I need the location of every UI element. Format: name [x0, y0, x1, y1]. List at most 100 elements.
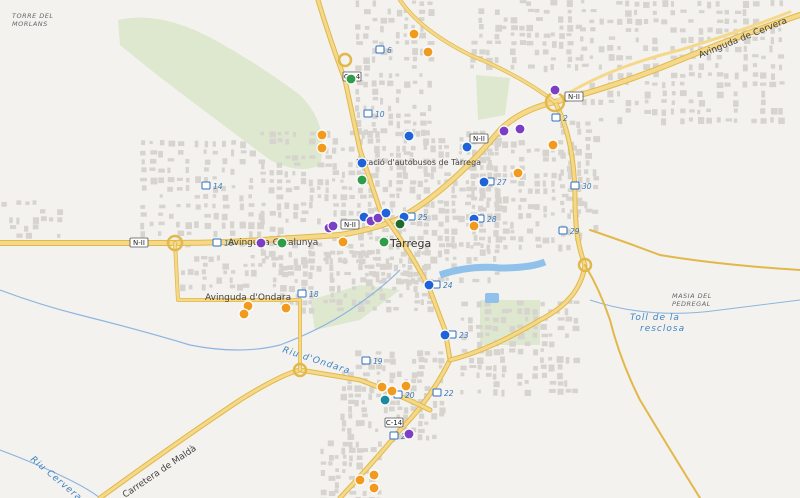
poi-marker-orange[interactable]: [238, 308, 250, 320]
building-block: [431, 413, 438, 420]
poi-marker-green[interactable]: [356, 174, 368, 186]
poi-marker-orange[interactable]: [512, 167, 524, 179]
building-block: [494, 33, 500, 40]
poi-marker-blue[interactable]: [403, 130, 415, 142]
building-block: [358, 264, 363, 271]
poi-marker-orange[interactable]: [354, 474, 366, 486]
poi-marker-blue[interactable]: [439, 329, 451, 341]
building-block: [371, 105, 375, 111]
building-block: [493, 229, 499, 237]
building-block: [485, 325, 492, 330]
poi-marker-purple[interactable]: [498, 125, 510, 137]
building-block: [494, 151, 499, 156]
poi-marker-green[interactable]: [345, 73, 357, 85]
building-block: [249, 150, 256, 157]
poi-marker-orange[interactable]: [376, 381, 388, 393]
poi-marker-orange[interactable]: [408, 28, 420, 40]
building-block: [375, 180, 380, 187]
poi-marker-orange[interactable]: [316, 142, 328, 154]
building-block: [707, 72, 712, 76]
place-label: TORRE DEL: [12, 12, 54, 20]
poi-marker-green[interactable]: [378, 236, 390, 248]
building-block: [285, 218, 289, 223]
building-block: [389, 193, 395, 198]
poi-marker-darkgreen[interactable]: [394, 218, 406, 230]
building-block: [244, 270, 249, 277]
poi-marker-purple[interactable]: [514, 123, 526, 135]
poi-marker-orange[interactable]: [386, 385, 398, 397]
poi-marker-orange[interactable]: [422, 46, 434, 58]
building-block: [557, 388, 564, 395]
building-block: [380, 17, 388, 24]
poi-marker-purple[interactable]: [403, 428, 415, 440]
building-block: [203, 149, 207, 154]
building-block: [540, 301, 545, 307]
poi-marker-orange[interactable]: [468, 220, 480, 232]
building-block: [724, 82, 731, 87]
poi-marker-purple[interactable]: [327, 220, 339, 232]
building-block: [501, 373, 505, 378]
poi-marker-blue[interactable]: [380, 207, 392, 219]
building-block: [494, 165, 498, 172]
building-block: [355, 350, 362, 357]
building-block: [141, 167, 147, 173]
building-block: [325, 155, 333, 160]
building-block: [380, 25, 384, 33]
building-block: [357, 234, 364, 241]
poi-marker-blue[interactable]: [478, 176, 490, 188]
building-block: [231, 149, 235, 157]
bus-stop-number: 6: [387, 46, 392, 55]
building-block: [57, 233, 61, 238]
poi-marker-teal[interactable]: [379, 394, 391, 406]
building-block: [598, 46, 605, 53]
poi-marker-purple[interactable]: [255, 237, 267, 249]
building-block: [607, 19, 614, 24]
building-block: [518, 236, 524, 242]
poi-marker-orange[interactable]: [400, 380, 412, 392]
building-block: [661, 99, 667, 103]
poi-marker-blue[interactable]: [423, 279, 435, 291]
building-block: [502, 205, 507, 213]
building-block: [541, 341, 548, 347]
building-block: [340, 393, 348, 401]
poi-marker-green[interactable]: [276, 237, 288, 249]
poi-marker-orange[interactable]: [316, 129, 328, 141]
building-block: [437, 250, 443, 258]
building-block: [510, 236, 516, 241]
bus-icon: [363, 109, 373, 118]
building-block: [208, 256, 214, 263]
poi-marker-orange[interactable]: [337, 236, 349, 248]
map-canvas[interactable]: N-II N-II N-II N-II C-14 C-14 2610141618…: [0, 0, 800, 498]
building-block: [502, 173, 508, 178]
building-block: [229, 277, 233, 284]
poi-marker-orange[interactable]: [280, 302, 292, 314]
building-block: [308, 258, 316, 263]
bus-stop-number: 19: [373, 357, 383, 366]
building-block: [403, 151, 411, 155]
building-block: [451, 194, 457, 199]
building-block: [428, 56, 435, 62]
map-svg[interactable]: N-II N-II N-II N-II C-14 C-14 2610141618…: [0, 0, 800, 498]
building-block: [652, 1, 657, 7]
building-block: [652, 10, 657, 15]
building-block: [342, 441, 349, 447]
building-block: [421, 265, 428, 271]
poi-marker-orange[interactable]: [368, 482, 380, 494]
building-block: [715, 28, 723, 35]
poi-marker-orange[interactable]: [368, 469, 380, 481]
building-block: [368, 421, 372, 429]
poi-marker-purple[interactable]: [549, 84, 561, 96]
building-block: [770, 0, 775, 7]
poi-marker-blue[interactable]: [461, 141, 473, 153]
poi-marker-blue[interactable]: [356, 157, 368, 169]
building-block: [358, 258, 366, 265]
building-block: [388, 56, 393, 61]
building-block: [661, 109, 666, 116]
building-block: [430, 166, 437, 173]
building-block: [679, 81, 685, 86]
building-block: [402, 145, 406, 152]
building-block: [581, 9, 586, 13]
poi-marker-orange[interactable]: [547, 139, 559, 151]
building-block: [608, 36, 616, 40]
building-block: [540, 324, 547, 330]
